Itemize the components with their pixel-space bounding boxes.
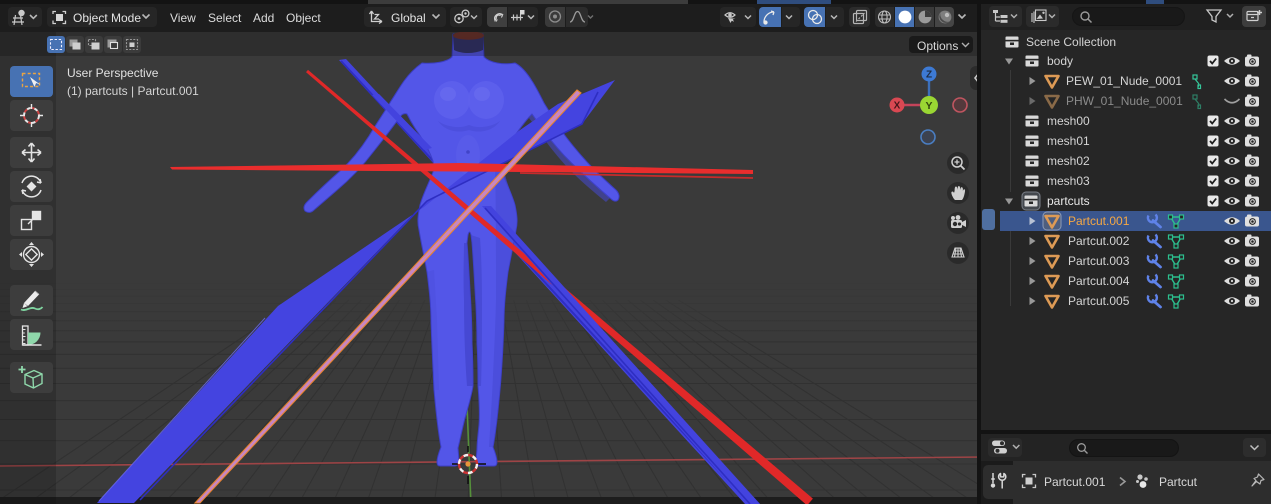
svg-text:PEW_01_Nude_0001: PEW_01_Nude_0001	[1066, 74, 1182, 88]
svg-text:mesh00: mesh00	[1047, 114, 1090, 128]
svg-text:partcuts: partcuts	[1047, 194, 1090, 208]
svg-text:mesh03: mesh03	[1047, 174, 1090, 188]
svg-text:X: X	[894, 101, 901, 112]
svg-text:mesh02: mesh02	[1047, 154, 1090, 168]
svg-text:Z: Z	[926, 70, 932, 81]
svg-text:PHW_01_Nude_0001: PHW_01_Nude_0001	[1066, 94, 1183, 108]
svg-text:Y: Y	[925, 100, 932, 112]
svg-text:Partcut.002: Partcut.002	[1068, 234, 1130, 248]
svg-text:Partcut.001: Partcut.001	[1068, 214, 1130, 228]
svg-text:Scene Collection: Scene Collection	[1026, 35, 1116, 49]
svg-text:mesh01: mesh01	[1047, 134, 1090, 148]
svg-text:Partcut.003: Partcut.003	[1068, 254, 1130, 268]
svg-text:body: body	[1047, 54, 1073, 68]
svg-text:Partcut.005: Partcut.005	[1068, 294, 1130, 308]
svg-text:Partcut.004: Partcut.004	[1068, 274, 1130, 288]
